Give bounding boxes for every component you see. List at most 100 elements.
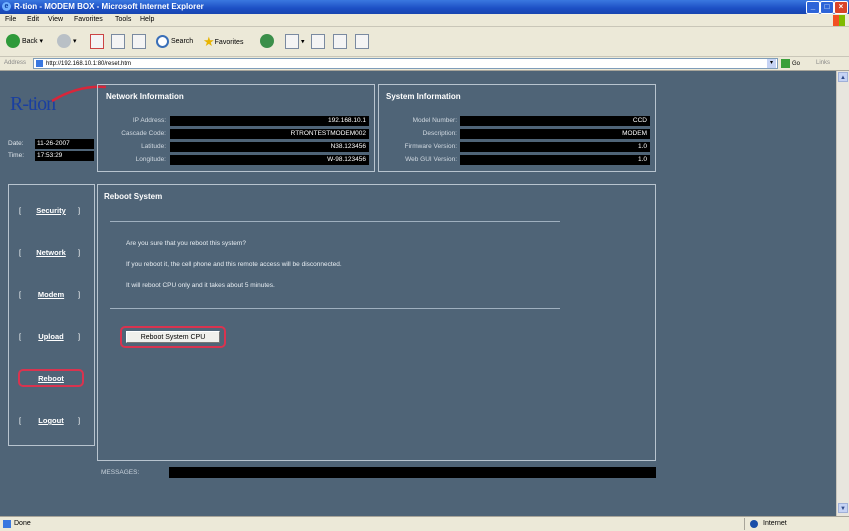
security-zone: Internet (744, 518, 849, 530)
browser-toolbar: Back ▾ ▾ Search ★Favorites ▾ (0, 27, 849, 57)
divider (110, 221, 560, 222)
sidebar-nav: [ Security ] [ Network ] [ Modem ] [ Upl… (8, 184, 95, 446)
menu-file[interactable]: File (5, 16, 16, 23)
sidebar-item-upload[interactable]: [ Upload ] (9, 332, 94, 344)
sidebar-item-label[interactable]: Upload (27, 332, 75, 341)
reboot-duration-text: It will reboot CPU only and it takes abo… (126, 282, 275, 289)
ie-icon: e (2, 2, 11, 11)
history-icon (260, 34, 274, 49)
sidebar-item-network[interactable]: [ Network ] (9, 248, 94, 260)
address-url: http://192.168.10.1:80/reset.htm (46, 61, 132, 67)
time-value: 17:53:29 (35, 151, 94, 161)
ip-address-value: 192.168.10.1 (170, 116, 369, 126)
sidebar-item-label[interactable]: Logout (27, 416, 75, 425)
reboot-warning-text: If you reboot it, the cell phone and thi… (126, 261, 342, 268)
forward-button[interactable]: ▾ (57, 34, 77, 50)
cascade-code-value: RTRONTESTMODEM002 (170, 129, 369, 139)
search-button[interactable]: Search (156, 34, 193, 50)
mail-icon (285, 34, 299, 49)
messages-value (169, 467, 656, 478)
scroll-down-icon[interactable]: ▼ (838, 503, 848, 513)
address-dropdown-icon[interactable]: ▾ (767, 59, 776, 68)
window-title: R-tion - MODEM BOX - Microsoft Internet … (14, 2, 204, 11)
reboot-confirm-text: Are you sure that you reboot this system… (126, 240, 246, 247)
menu-bar: File Edit View Favorites Tools Help (0, 14, 849, 27)
forward-arrow-icon (57, 34, 71, 49)
page-content: R-tion Date: 11-26-2007 Time: 17:53:29 N… (0, 71, 836, 516)
page-icon (36, 60, 43, 67)
messenger-button[interactable] (355, 34, 369, 50)
maximize-icon[interactable]: □ (820, 1, 834, 14)
mail-button[interactable]: ▾ (285, 34, 304, 50)
description-value: MODEM (460, 129, 650, 139)
print-button[interactable] (311, 34, 325, 50)
network-info-title: Network Information (106, 92, 184, 101)
sidebar-item-reboot[interactable]: Reboot (18, 369, 84, 387)
cascade-code-label: Cascade Code: (121, 130, 166, 137)
messenger-icon (355, 34, 369, 49)
address-input[interactable]: http://192.168.10.1:80/reset.htm ▾ (33, 58, 778, 69)
home-icon (132, 34, 146, 49)
sidebar-item-modem[interactable]: [ Modem ] (9, 290, 94, 302)
divider (110, 308, 560, 309)
stop-button[interactable] (90, 34, 104, 50)
windows-logo-icon (833, 15, 845, 26)
latitude-value: N38.123456 (170, 142, 369, 152)
reboot-title: Reboot System (104, 192, 163, 201)
menu-view[interactable]: View (48, 16, 63, 23)
menu-help[interactable]: Help (140, 16, 154, 23)
reboot-button-highlight: Reboot System CPU (120, 326, 226, 348)
star-icon: ★ (203, 34, 215, 49)
reboot-panel: Reboot System Are you sure that you rebo… (97, 184, 656, 461)
menu-tools[interactable]: Tools (115, 16, 131, 23)
web-gui-version-label: Web GUI Version: (405, 156, 457, 163)
edit-button[interactable] (333, 34, 347, 50)
favorites-button[interactable]: ★Favorites (203, 34, 243, 50)
window-title-bar: e R-tion - MODEM BOX - Microsoft Interne… (0, 0, 849, 14)
sidebar-item-logout[interactable]: [ Logout ] (9, 416, 94, 428)
time-label: Time: (8, 152, 25, 159)
longitude-value: W-98.123456 (170, 155, 369, 165)
status-text: Done (14, 520, 31, 527)
edit-icon (333, 34, 347, 49)
system-info-title: System Information (386, 92, 461, 101)
globe-icon (750, 520, 758, 528)
network-info-panel: Network Information IP Address: 192.168.… (97, 84, 375, 172)
firmware-version-value: 1.0 (460, 142, 650, 152)
refresh-button[interactable] (111, 34, 125, 50)
model-number-value: CCD (460, 116, 650, 126)
sidebar-item-security[interactable]: [ Security ] (9, 206, 94, 218)
menu-favorites[interactable]: Favorites (74, 16, 103, 23)
address-bar: Address http://192.168.10.1:80/reset.htm… (0, 57, 849, 71)
menu-edit[interactable]: Edit (27, 16, 39, 23)
go-button[interactable]: Go (781, 59, 800, 68)
sidebar-item-label[interactable]: Security (27, 206, 75, 215)
vertical-scrollbar[interactable]: ▲ ▼ (836, 71, 849, 516)
address-label: Address (4, 60, 27, 66)
date-value: 11-26-2007 (35, 139, 94, 149)
close-icon[interactable]: × (834, 1, 848, 14)
search-icon (156, 34, 169, 48)
links-button[interactable]: Links (816, 60, 830, 66)
stop-icon (90, 34, 104, 49)
sidebar-item-label[interactable]: Modem (27, 290, 75, 299)
brand-logo: R-tion (10, 85, 107, 115)
firmware-version-label: Firmware Version: (404, 143, 457, 150)
reboot-system-cpu-button[interactable]: Reboot System CPU (126, 331, 220, 343)
ip-address-label: IP Address: (132, 117, 166, 124)
back-button[interactable]: Back ▾ (6, 34, 43, 50)
sidebar-item-label[interactable]: Network (27, 248, 75, 257)
messages-label: MESSAGES: (101, 469, 140, 476)
scroll-up-icon[interactable]: ▲ (838, 72, 848, 82)
refresh-icon (111, 34, 125, 49)
home-button[interactable] (132, 34, 146, 50)
go-arrow-icon (781, 59, 790, 68)
history-button[interactable] (260, 34, 276, 50)
description-label: Description: (422, 130, 457, 137)
print-icon (311, 34, 325, 49)
sidebar-item-label[interactable]: Reboot (28, 374, 74, 383)
minimize-icon[interactable]: _ (806, 1, 820, 14)
model-number-label: Model Number: (412, 117, 457, 124)
latitude-label: Latitude: (141, 143, 166, 150)
web-gui-version-value: 1.0 (460, 155, 650, 165)
